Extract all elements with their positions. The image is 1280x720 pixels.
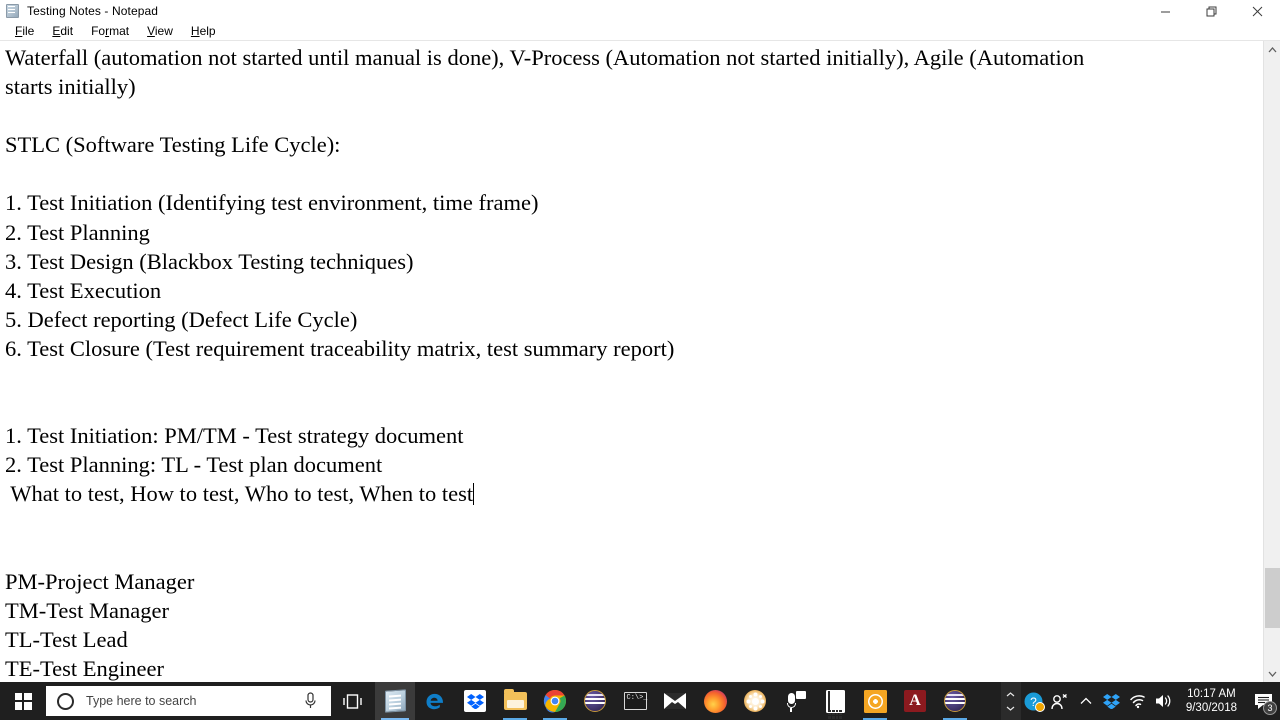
scroll-up-icon[interactable]	[1264, 41, 1280, 58]
scroll-down-icon[interactable]	[1264, 665, 1280, 682]
text-line: Waterfall (automation not started until …	[5, 45, 1085, 70]
clock-time: 10:17 AM	[1187, 688, 1236, 700]
chrome-icon	[543, 689, 566, 713]
text-line: starts initially)	[5, 74, 136, 100]
text-line: 6. Test Closure (Test requirement tracea…	[5, 335, 675, 361]
taskbar-app-adobe-acrobat[interactable]: A	[895, 682, 935, 720]
taskbar-app-purple-app-2[interactable]	[935, 682, 975, 720]
start-button[interactable]	[0, 682, 46, 720]
help-icon[interactable]: ?	[1021, 682, 1047, 720]
clock-date: 9/30/2018	[1185, 702, 1237, 714]
cortana-circle-icon	[57, 692, 74, 710]
text-line: What to test, How to test, Who to test, …	[5, 481, 475, 507]
text-line: STLC (Software Testing Life Cycle):	[5, 132, 341, 158]
taskbar: Type here to search C:\>_ A ? 10:17 AM 9…	[0, 682, 1280, 720]
taskbar-app-google-chrome[interactable]	[535, 682, 575, 720]
window-controls	[1142, 0, 1280, 22]
menu-edit[interactable]: Edit	[43, 22, 82, 40]
taskbar-app-mail[interactable]	[655, 682, 695, 720]
menu-bar: File Edit Format View Help	[0, 22, 1280, 40]
window-title: Testing Notes - Notepad	[27, 4, 159, 18]
purple-app-icon	[584, 690, 606, 712]
taskbar-app-orange-app[interactable]	[855, 682, 895, 720]
taskbar-app-notepad[interactable]	[375, 682, 415, 720]
volume-icon[interactable]	[1151, 682, 1177, 720]
people-icon[interactable]	[1047, 682, 1073, 720]
taskbar-app-firefox[interactable]	[695, 682, 735, 720]
adobe-acrobat-icon: A	[904, 690, 926, 712]
sound-recorder-icon	[784, 690, 806, 712]
taskbar-app-calculator[interactable]	[815, 682, 855, 720]
calculator-icon	[825, 689, 845, 719]
taskbar-app-dropbox[interactable]	[455, 682, 495, 720]
mail-icon	[664, 693, 686, 709]
restore-button[interactable]	[1188, 0, 1234, 22]
menu-file[interactable]: File	[6, 22, 43, 40]
desktop: Testing Notes - Notepad File Edit Format…	[0, 0, 1280, 720]
minimize-button[interactable]	[1142, 0, 1188, 22]
text-editor[interactable]: Waterfall (automation not started until …	[0, 41, 1263, 682]
notepad-icon	[384, 689, 406, 713]
notification-count-badge: 3	[1263, 701, 1277, 715]
folder-icon	[503, 688, 527, 710]
text-line: TE-Test Engineer	[5, 655, 164, 681]
text-line: 2. Test Planning	[5, 219, 150, 245]
text-line: 4. Test Execution	[5, 277, 162, 303]
taskbar-app-microsoft-edge[interactable]	[415, 682, 455, 720]
windows-logo-icon	[14, 692, 32, 710]
dropbox-icon	[464, 690, 486, 712]
text-line	[5, 159, 1263, 188]
text-line	[5, 392, 1263, 421]
help-warning-badge	[1034, 702, 1045, 712]
notepad-window: Testing Notes - Notepad File Edit Format…	[0, 0, 1280, 682]
text-line	[5, 363, 1263, 392]
text-line: 3. Test Design (Blackbox Testing techniq…	[5, 248, 414, 274]
edge-icon	[426, 693, 443, 710]
chevron-up-icon[interactable]	[1073, 682, 1099, 720]
show-hidden-icons-button[interactable]	[1000, 682, 1021, 720]
text-line: 1. Test Initiation (Identifying test env…	[5, 190, 539, 216]
system-tray: ? 10:17 AM 9/30/2018 3	[1000, 682, 1280, 720]
search-input[interactable]: Type here to search	[46, 686, 331, 716]
wifi-icon[interactable]	[1125, 682, 1151, 720]
taskbar-app-list: C:\>_ A	[375, 682, 975, 720]
taskbar-app-purple-app[interactable]	[575, 682, 615, 720]
firefox-icon	[703, 689, 727, 713]
close-button[interactable]	[1234, 0, 1280, 22]
menu-format[interactable]: Format	[82, 22, 138, 40]
flower-app-icon	[744, 690, 766, 712]
text-line	[5, 509, 1263, 538]
text-line: TL-Test Lead	[5, 626, 128, 652]
search-placeholder: Type here to search	[86, 694, 197, 708]
action-center-button[interactable]: 3	[1246, 682, 1280, 720]
editor-area: Waterfall (automation not started until …	[0, 40, 1280, 682]
dropbox-tray-icon[interactable]	[1099, 682, 1125, 720]
purple-app-icon	[944, 690, 966, 712]
menu-view[interactable]: View	[138, 22, 182, 40]
text-line	[5, 101, 1263, 130]
task-view-button[interactable]	[331, 682, 375, 720]
taskbar-app-command-prompt[interactable]: C:\>_	[615, 682, 655, 720]
menu-help[interactable]: Help	[182, 22, 225, 40]
taskbar-app-sound-recorder[interactable]	[775, 682, 815, 720]
text-line: TM-Test Manager	[5, 597, 169, 623]
text-line	[5, 538, 1263, 567]
text-line: 2. Test Planning: TL - Test plan documen…	[5, 452, 383, 478]
vertical-scrollbar[interactable]	[1263, 41, 1280, 682]
text-line: 5. Defect reporting (Defect Life Cycle)	[5, 306, 358, 332]
text-line: PM-Project Manager	[5, 568, 195, 594]
title-bar[interactable]: Testing Notes - Notepad	[0, 0, 1280, 22]
text-caret	[473, 483, 475, 506]
text-line: 1. Test Initiation: PM/TM - Test strateg…	[5, 423, 464, 449]
orange-app-icon	[863, 689, 887, 713]
command-prompt-icon: C:\>_	[623, 692, 648, 710]
notepad-icon	[5, 3, 21, 19]
clock[interactable]: 10:17 AM 9/30/2018	[1177, 682, 1246, 720]
taskbar-app-file-explorer[interactable]	[495, 682, 535, 720]
taskbar-app-flower-app[interactable]	[735, 682, 775, 720]
scrollbar-thumb[interactable]	[1265, 568, 1280, 628]
microphone-icon[interactable]	[304, 692, 317, 710]
